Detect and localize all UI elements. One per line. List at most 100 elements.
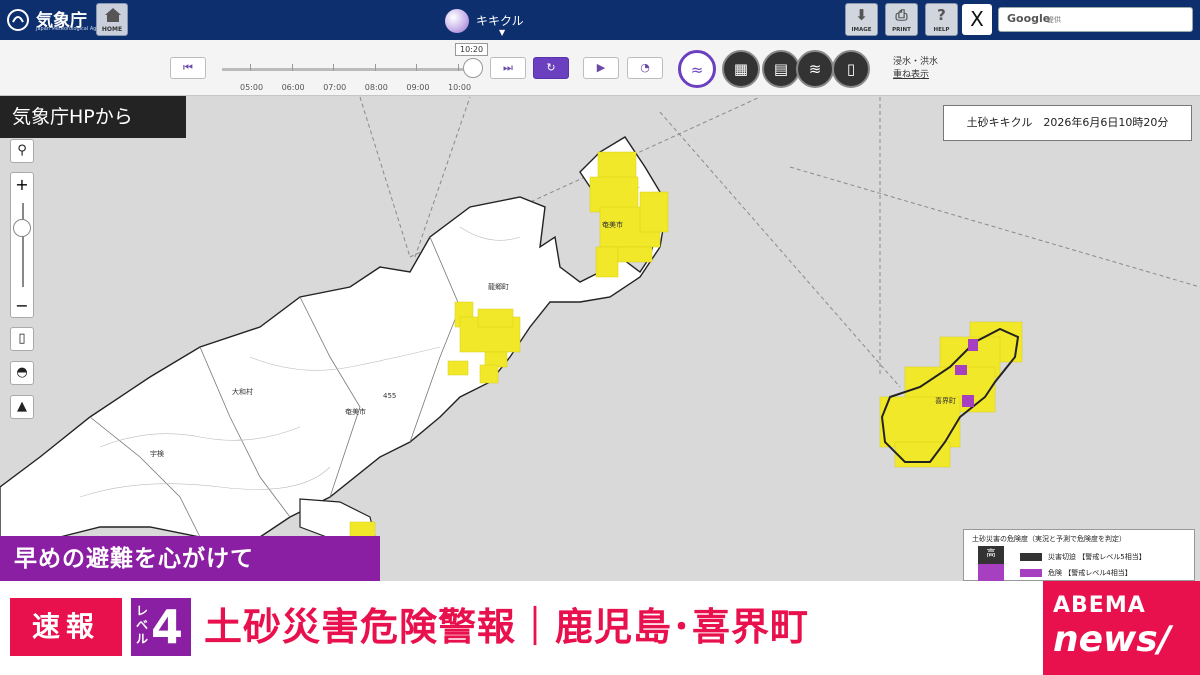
level-number: 4 xyxy=(151,600,184,654)
x-share-button[interactable]: X xyxy=(962,4,992,35)
landslide-layer-button[interactable]: ≈ xyxy=(678,50,716,88)
place-label: 大和村 xyxy=(232,388,253,396)
legend-scale: 高 xyxy=(978,546,1004,581)
time-tick-label: 07:00 xyxy=(323,83,347,92)
place-label: 宇検 xyxy=(150,450,164,458)
home-label: HOME xyxy=(101,26,123,33)
legend-row-level: 【警戒レベル5相当】 xyxy=(1078,553,1146,561)
place-label: 奄美市 xyxy=(602,221,623,229)
timeline-bar: ⏮ 05:00 06:00 07:00 08:00 09:00 10:00 10:20 ⏭… xyxy=(0,40,1200,96)
time-slider-thumb[interactable] xyxy=(463,58,483,78)
mountain-icon: ▲ xyxy=(17,399,27,414)
help-label: HELP xyxy=(933,27,950,33)
brand-top: ABEMA xyxy=(1053,593,1146,618)
place-label: 奄美市 xyxy=(345,408,366,416)
kikikuru-menu-label: キキクル xyxy=(476,14,524,28)
news-ticker: 速報 レベル 4 土砂災害危険警報｜鹿児島･喜界町 xyxy=(0,581,1043,675)
home-icon xyxy=(105,8,121,22)
locate-button[interactable]: ⚲ xyxy=(10,139,34,163)
download-icon: ⬇ xyxy=(855,6,868,24)
time-tick xyxy=(416,64,418,71)
timestamp-label: 土砂キキクル 2026年6月6日10時20分 xyxy=(943,105,1192,141)
time-tick-label: 06:00 xyxy=(281,83,305,92)
map-layer-button[interactable]: ▯ xyxy=(832,50,870,88)
home-button[interactable]: HOME xyxy=(96,3,128,36)
time-tick-label: 08:00 xyxy=(364,83,388,92)
river-icon: ≋ xyxy=(808,60,822,78)
screen: 気象庁 Japan Meteorological Agency HOME キキク… xyxy=(0,0,1200,675)
location-pin-icon: ⚲ xyxy=(17,143,27,158)
kikikuru-icon xyxy=(445,9,469,33)
level-word: レベル xyxy=(135,604,148,646)
legend-row-label: 危険 xyxy=(1048,569,1062,577)
time-tick xyxy=(250,64,251,71)
inundation-layer-button[interactable]: ▤ xyxy=(762,50,800,88)
breaking-label: 速報 xyxy=(10,598,122,656)
landslide-icon: ≈ xyxy=(690,61,704,79)
skip-end-icon: ⏭ xyxy=(503,61,513,74)
play-button[interactable]: ▶ xyxy=(583,57,619,79)
legend-row-label: 災害切迫 xyxy=(1048,553,1076,561)
time-tick xyxy=(291,64,293,71)
help-button[interactable]: ? HELP xyxy=(925,3,958,36)
map-icon: ▯ xyxy=(18,331,26,346)
legend-title: 土砂災害の危険度（実況と予測で危険度を判定） xyxy=(972,535,1126,543)
search-input[interactable]: Google 提供 xyxy=(998,7,1193,32)
advice-banner: 早めの避難を心がけて xyxy=(0,536,380,582)
legend-high-label: 高 xyxy=(986,549,996,559)
play-icon: ▶ xyxy=(596,61,606,74)
map-canvas xyxy=(0,97,1200,553)
elevation-label: 455 xyxy=(383,392,397,400)
legend-swatch xyxy=(1020,553,1042,561)
basemap-button[interactable]: ▯ xyxy=(10,327,34,351)
level-badge: レベル 4 xyxy=(131,598,191,656)
zoom-slider-thumb[interactable] xyxy=(13,219,31,237)
jma-logo-icon xyxy=(7,9,29,31)
skip-start-icon: ⏮ xyxy=(183,61,193,74)
search-sub-label: 提供 xyxy=(1047,16,1061,24)
zoom-in-icon[interactable]: + xyxy=(11,175,33,194)
search-brand: Google xyxy=(1007,12,1051,25)
danger-legend: 土砂災害の危険度（実況と予測で危険度を判定） 高 災害切迫 【警戒レベル5相当】… xyxy=(963,529,1195,581)
latest-button[interactable]: ↻ xyxy=(533,57,569,79)
overlay-label-2: 重ね表示 xyxy=(893,70,930,80)
last-frame-button[interactable]: ⏭ xyxy=(490,57,526,79)
overlay-label-1: 浸水・洪水 xyxy=(893,57,939,67)
droplet-icon: ◓ xyxy=(16,365,28,380)
chevron-down-icon: ▼ xyxy=(499,28,506,37)
brand-bottom: news/ xyxy=(1053,619,1171,660)
time-tick-label: 10:00 xyxy=(448,83,472,92)
print-label: PRINT xyxy=(892,27,911,33)
zoom-control: + − xyxy=(10,172,34,318)
inundation-icon: ▤ xyxy=(773,60,789,78)
refresh-icon: ↻ xyxy=(546,61,556,74)
print-button[interactable]: ⎙ PRINT xyxy=(885,3,918,36)
map-view[interactable]: 土砂キキクル 2026年6月6日10時20分 ⚲ + − ▯ ◓ ▲ 奄美市 龍… xyxy=(0,97,1200,581)
source-badge: 気象庁HPから xyxy=(0,96,186,138)
place-label: 喜界町 xyxy=(935,397,956,405)
x-icon: X xyxy=(970,7,984,31)
help-icon: ? xyxy=(937,6,946,24)
zoom-out-icon[interactable]: − xyxy=(11,296,33,315)
jma-logo[interactable]: 気象庁 Japan Meteorological Agency xyxy=(6,4,108,36)
image-label: IMAGE xyxy=(851,27,872,33)
image-button[interactable]: ⬇ IMAGE xyxy=(845,3,878,36)
rain-button[interactable]: ◓ xyxy=(10,361,34,385)
legend-row-level: 【警戒レベル4相当】 xyxy=(1064,569,1132,577)
first-frame-button[interactable]: ⏮ xyxy=(170,57,206,79)
flood-layer-button[interactable]: ▦ xyxy=(722,50,760,88)
time-tick-label: 09:00 xyxy=(406,83,430,92)
speed-button[interactable]: ◔ xyxy=(627,57,663,79)
time-tick-label: 05:00 xyxy=(240,83,264,92)
current-time-bubble: 10:20 xyxy=(455,43,489,56)
time-tick xyxy=(374,64,376,71)
river-layer-button[interactable]: ≋ xyxy=(796,50,834,88)
legend-row: 危険 【警戒レベル4相当】 xyxy=(1020,568,1132,578)
time-slider-track[interactable] xyxy=(222,68,472,71)
headline: 土砂災害危険警報｜鹿児島･喜界町 xyxy=(204,605,810,649)
overlay-toggle[interactable]: 浸水・洪水 重ね表示 xyxy=(893,56,938,82)
speedometer-icon: ◔ xyxy=(640,61,650,74)
abema-news-logo: ABEMA news/ xyxy=(1043,581,1200,675)
place-label: 龍郷町 xyxy=(488,283,509,291)
terrain-button[interactable]: ▲ xyxy=(10,395,34,419)
